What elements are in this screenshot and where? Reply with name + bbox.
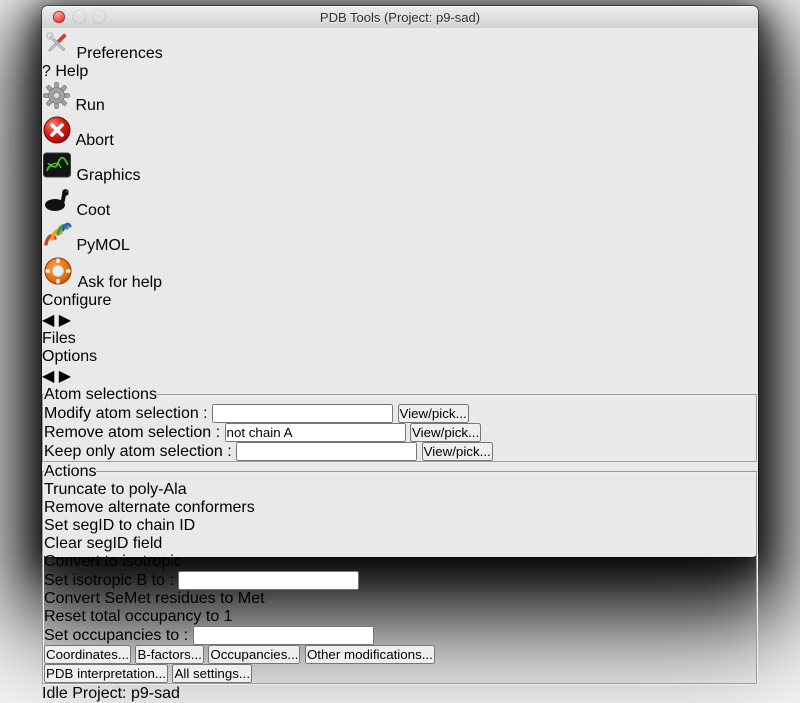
toolbar: Preferences ? Help [42, 28, 758, 292]
checkbox-label: Convert SeMet residues to Met [44, 590, 265, 607]
tab-scroll-right-icon[interactable]: ▶ [59, 312, 71, 329]
toolbar-label-ask-for-help: Ask for help [78, 274, 162, 291]
checkbox-label: Set segID to chain ID [44, 517, 195, 534]
close-button[interactable] [53, 11, 65, 23]
checkbox-label: Reset total occupancy to 1 [44, 608, 233, 625]
checkbox-label: Remove alternate conformers [44, 499, 255, 516]
status-bar: Idle Project: p9-sad [42, 685, 758, 703]
toolbar-label-help: Help [55, 63, 88, 80]
title-bar[interactable]: PDB Tools (Project: p9-sad) [42, 6, 758, 28]
tab-files[interactable]: Files [42, 330, 758, 348]
checkbox-truncate-to-poly-ala[interactable]: Truncate to poly-Ala [44, 481, 756, 499]
toolbar-button-graphics[interactable]: Graphics [42, 150, 758, 185]
actions-grid: Truncate to poly-Ala Remove alternate co… [44, 481, 756, 645]
remove-atom-selection-input[interactable] [225, 423, 406, 442]
toolbar-button-coot[interactable]: Coot [42, 185, 758, 220]
checkbox-set-segid-to-chain-id[interactable]: Set segID to chain ID [44, 517, 756, 535]
tab-scroll-left-icon[interactable]: ◀ [42, 368, 54, 385]
set-isotropic-b-label: Set isotropic B to : [44, 572, 174, 589]
graphics-icon [42, 167, 76, 184]
project-label: Project: p9-sad [72, 685, 180, 702]
modify-atom-selection-label: Modify atom selection : [44, 405, 208, 422]
inner-tab-scroll-arrows: ◀ ▶ [42, 366, 758, 386]
checkbox-reset-total-occupancy[interactable]: Reset total occupancy to 1 [44, 608, 756, 626]
coot-bird-icon [42, 202, 76, 219]
checkbox-label: Clear segID field [44, 535, 162, 552]
set-isotropic-b-field: Set isotropic B to : [44, 571, 756, 590]
remove-atom-selection-row: Remove atom selection : View/pick... [44, 423, 756, 442]
set-occupancies-label: Set occupancies to : [44, 627, 188, 644]
actions-buttons-row-2: PDB interpretation... All settings... [44, 664, 756, 683]
actions-buttons-row-1: Coordinates... B-factors... Occupancies.… [44, 645, 756, 664]
pdb-interpretation-button[interactable]: PDB interpretation... [44, 664, 168, 683]
inner-tab-strip: Files Options ◀ ▶ [42, 330, 758, 386]
atom-selections-title: Atom selections [44, 386, 157, 404]
toolbar-label-pymol: PyMOL [76, 237, 129, 254]
keep-only-atom-selection-input[interactable] [236, 442, 417, 461]
toolbar-button-preferences[interactable]: Preferences [42, 28, 758, 63]
window-title: PDB Tools (Project: p9-sad) [320, 10, 480, 25]
minimize-button[interactable] [73, 11, 85, 23]
actions-title: Actions [44, 463, 96, 481]
checkbox-remove-alternate-conformers[interactable]: Remove alternate conformers [44, 499, 756, 517]
all-settings-button[interactable]: All settings... [172, 664, 252, 683]
modify-atom-selection-input[interactable] [212, 404, 393, 423]
toolbar-button-ask-for-help[interactable]: Ask for help [42, 255, 758, 292]
other-modifications-button[interactable]: Other modifications... [305, 645, 435, 664]
keep-only-view-pick-button[interactable]: View/pick... [422, 442, 493, 461]
tab-scroll-right-icon[interactable]: ▶ [59, 368, 71, 385]
keep-only-atom-selection-row: Keep only atom selection : View/pick... [44, 442, 756, 461]
gear-icon [42, 97, 75, 114]
pymol-ribbon-icon [42, 237, 76, 254]
pdb-tools-window: PDB Tools (Project: p9-sad) Preferences [42, 6, 758, 557]
toolbar-button-pymol[interactable]: PyMOL [42, 220, 758, 255]
modify-view-pick-button[interactable]: View/pick... [398, 404, 469, 423]
toolbar-button-help[interactable]: ? Help [42, 63, 758, 81]
outer-tab-strip: Configure ◀ ▶ [42, 292, 758, 330]
remove-atom-selection-label: Remove atom selection : [44, 424, 220, 441]
tab-scroll-left-icon[interactable]: ◀ [42, 312, 54, 329]
toolbar-label-run: Run [75, 97, 104, 114]
actions-frame: Actions Truncate to poly-Ala Remove alte… [42, 463, 758, 685]
toolbar-label-coot: Coot [76, 202, 110, 219]
set-isotropic-b-input[interactable] [178, 571, 359, 590]
outer-tab-scroll-arrows: ◀ ▶ [42, 310, 758, 330]
toolbar-button-abort[interactable]: Abort [42, 115, 758, 150]
keep-only-atom-selection-label: Keep only atom selection : [44, 443, 232, 460]
occupancies-button[interactable]: Occupancies... [208, 645, 300, 664]
status-text: Idle [42, 685, 68, 702]
checkbox-convert-semet-residues-to-met[interactable]: Convert SeMet residues to Met [44, 590, 756, 608]
options-page: Atom selections Modify atom selection : … [42, 386, 758, 685]
checkbox-label: Convert to isotropic [44, 553, 182, 570]
b-factors-button[interactable]: B-factors... [135, 645, 203, 664]
checkbox-convert-to-isotropic[interactable]: Convert to isotropic [44, 553, 756, 571]
toolbar-label-graphics: Graphics [76, 167, 140, 184]
toolbar-label-preferences: Preferences [76, 45, 162, 62]
modify-atom-selection-row: Modify atom selection : View/pick... [44, 404, 756, 423]
remove-view-pick-button[interactable]: View/pick... [410, 423, 481, 442]
set-occupancies-input[interactable] [193, 626, 374, 645]
lifebuoy-icon [42, 274, 78, 291]
abort-icon [42, 132, 76, 149]
coordinates-button[interactable]: Coordinates... [44, 645, 131, 664]
checkbox-clear-segid-field[interactable]: Clear segID field [44, 535, 756, 553]
tab-options[interactable]: Options [42, 348, 758, 366]
tools-icon [42, 45, 76, 62]
atom-selections-frame: Atom selections Modify atom selection : … [42, 386, 758, 463]
checkbox-label: Truncate to poly-Ala [44, 481, 187, 498]
toolbar-label-abort: Abort [76, 132, 114, 149]
tab-configure[interactable]: Configure [42, 292, 758, 310]
help-icon: ? [42, 63, 55, 80]
traffic-lights [53, 11, 105, 23]
toolbar-button-run[interactable]: Run [42, 81, 758, 115]
zoom-button[interactable] [93, 11, 105, 23]
set-occupancies-field: Set occupancies to : [44, 626, 756, 645]
